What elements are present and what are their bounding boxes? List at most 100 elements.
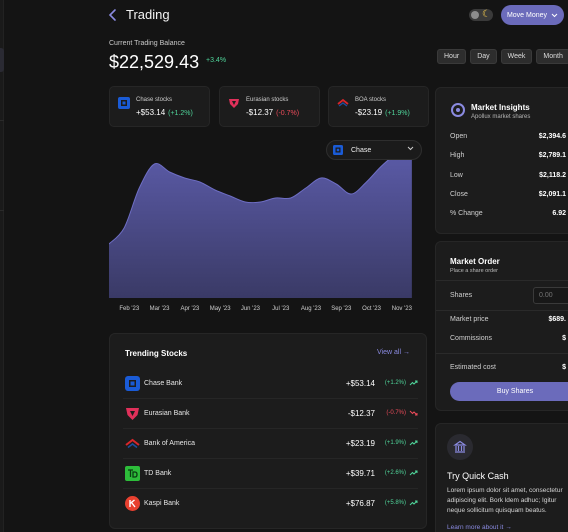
divider [436, 310, 568, 311]
tab-month[interactable]: Month [536, 49, 568, 64]
trend-down-icon [409, 410, 418, 416]
quick-cash-title: Try Quick Cash [447, 471, 509, 481]
trending-row[interactable]: TD Bank +$39.71 (+2.6%) [123, 459, 418, 489]
quick-cash-body: Lorem ipsum dolor sit amet, consectetur … [447, 487, 563, 514]
trending-row-name: Eurasian Bank [144, 410, 190, 417]
trend-up-icon [409, 380, 418, 386]
eurasian-logo-icon [229, 99, 239, 108]
stock-card-change: (-0.7%) [276, 110, 300, 117]
sidebar-divider [0, 120, 4, 121]
back-chevron-icon[interactable] [106, 7, 120, 23]
shares-input[interactable] [533, 287, 568, 304]
apollux-logo-icon [451, 103, 465, 117]
moon-icon: ☾ [482, 9, 491, 20]
x-tick-label: Aug '23 [301, 306, 322, 312]
market-order-panel: Market Order Place a share order Shares … [435, 241, 568, 411]
commissions-label: Commissions [450, 335, 493, 342]
stock-card-chase[interactable]: Chase stocks +$53.14 (+1.2%) [109, 86, 210, 127]
theme-toggle[interactable]: ☾ [469, 9, 493, 21]
view-all-link[interactable]: View all → [377, 349, 410, 356]
toggle-knob [471, 11, 479, 19]
x-tick-label: May '23 [210, 306, 231, 312]
open-value: $2,394.6 [538, 133, 566, 140]
low-value: $2,118.2 [539, 172, 566, 179]
stock-card-value: +$53.14 (+1.2%) [136, 108, 193, 117]
change-label: % Change [450, 210, 483, 217]
x-tick-label: Jun '23 [241, 306, 261, 312]
move-money-button[interactable]: Move Money [501, 5, 564, 25]
high-label: High [450, 152, 465, 159]
range-tabs: Hour Day Week Month [437, 49, 568, 64]
trending-row[interactable]: Kaspi Bank +$76.87 (+5.8%) [123, 489, 418, 519]
trending-row-value: +$23.19 [345, 439, 375, 448]
x-tick-label: Apr '23 [180, 306, 199, 312]
sidebar-edge [0, 0, 4, 532]
trending-row-change: (+1.2%) [384, 380, 406, 386]
kaspi-logo-icon [125, 496, 140, 511]
learn-more-link[interactable]: Learn more about it → [447, 524, 512, 531]
market-insights-panel: Market Insights Apollux market shares Op… [435, 87, 568, 234]
td-logo-icon [125, 466, 140, 481]
sidebar-active-marker [0, 48, 4, 72]
sidebar-divider [0, 210, 4, 211]
balance-value: $22,529.43 [109, 52, 200, 72]
price-area-chart[interactable]: Feb '23 Mar '23 Apr '23 May '23 Jun '23 Jul '… [109, 138, 427, 318]
trending-row[interactable]: Bank of America +$23.19 (+1.9%) [123, 429, 418, 459]
trending-row-name: TD Bank [144, 470, 172, 477]
trending-stocks-panel: Trending Stocks View all → Chase Bank +$… [109, 333, 427, 529]
stock-card-name: Eurasian stocks [246, 97, 289, 103]
stock-card-eurasian[interactable]: Eurasian stocks -$12.37 (-0.7%) [219, 86, 320, 127]
balance-change: +3.4% [206, 57, 227, 64]
stock-select[interactable]: Chase [326, 140, 422, 160]
buy-shares-button[interactable]: Buy Shares [450, 382, 568, 401]
trending-row[interactable]: Eurasian Bank -$12.37 (-0.7%) [123, 399, 418, 429]
stock-card-name: Chase stocks [136, 97, 173, 103]
bank-icon [447, 434, 473, 460]
commissions-value: $ [562, 335, 566, 342]
trending-title: Trending Stocks [125, 349, 188, 358]
trend-up-icon [409, 440, 418, 446]
order-title: Market Order [450, 257, 500, 266]
stock-card-boa[interactable]: BOA stocks -$23.19 (+1.9%) [328, 86, 429, 127]
boa-logo-icon [337, 98, 349, 107]
trending-row[interactable]: Chase Bank +$53.14 (+1.2%) [123, 369, 418, 399]
stock-card-change: (+1.9%) [385, 110, 410, 117]
tab-day[interactable]: Day [470, 49, 497, 64]
divider [436, 280, 568, 281]
change-value: 6.92 [552, 210, 566, 217]
trending-row-value: -$12.37 [347, 409, 375, 418]
market-price-value: $689. [548, 316, 566, 323]
trending-row-change: (+5.8%) [384, 500, 406, 506]
tab-week[interactable]: Week [500, 49, 533, 64]
divider [436, 353, 568, 354]
chase-logo-icon [333, 145, 343, 155]
trending-row-change: (+2.6%) [384, 470, 406, 476]
trending-row-name: Kaspi Bank [144, 500, 180, 507]
insights-subtitle: Apollux market shares [471, 114, 531, 120]
x-tick-label: Nov '23 [392, 306, 413, 312]
chevron-down-icon [407, 146, 414, 151]
stock-card-name: BOA stocks [355, 97, 387, 103]
order-subtitle: Place a share order [450, 268, 498, 274]
x-tick-label: Feb '23 [119, 306, 139, 312]
quick-cash-panel: Try Quick Cash Lorem ipsum dolor sit ame… [435, 423, 568, 532]
stock-select-value: Chase [351, 146, 372, 154]
tab-hour[interactable]: Hour [437, 49, 467, 64]
close-value: $2,091.1 [538, 191, 566, 198]
area-series [109, 150, 412, 298]
insights-title: Market Insights [471, 103, 530, 112]
estimated-cost-label: Estimated cost [450, 364, 496, 371]
trend-up-icon [409, 500, 418, 506]
x-tick-label: Mar '23 [150, 306, 170, 312]
chase-logo-icon [125, 376, 140, 391]
trending-row-value: +$39.71 [345, 469, 375, 478]
close-label: Close [450, 191, 468, 198]
balance-label: Current Trading Balance [109, 40, 185, 47]
page-title: Trading [126, 7, 170, 22]
stock-card-change: (+1.2%) [168, 110, 193, 117]
x-tick-label: Jul '23 [272, 306, 290, 312]
shares-label: Shares [450, 292, 473, 299]
trending-row-change: (-0.7%) [386, 410, 406, 416]
chevron-down-icon [551, 13, 558, 17]
estimated-cost-value: $ [562, 364, 566, 371]
